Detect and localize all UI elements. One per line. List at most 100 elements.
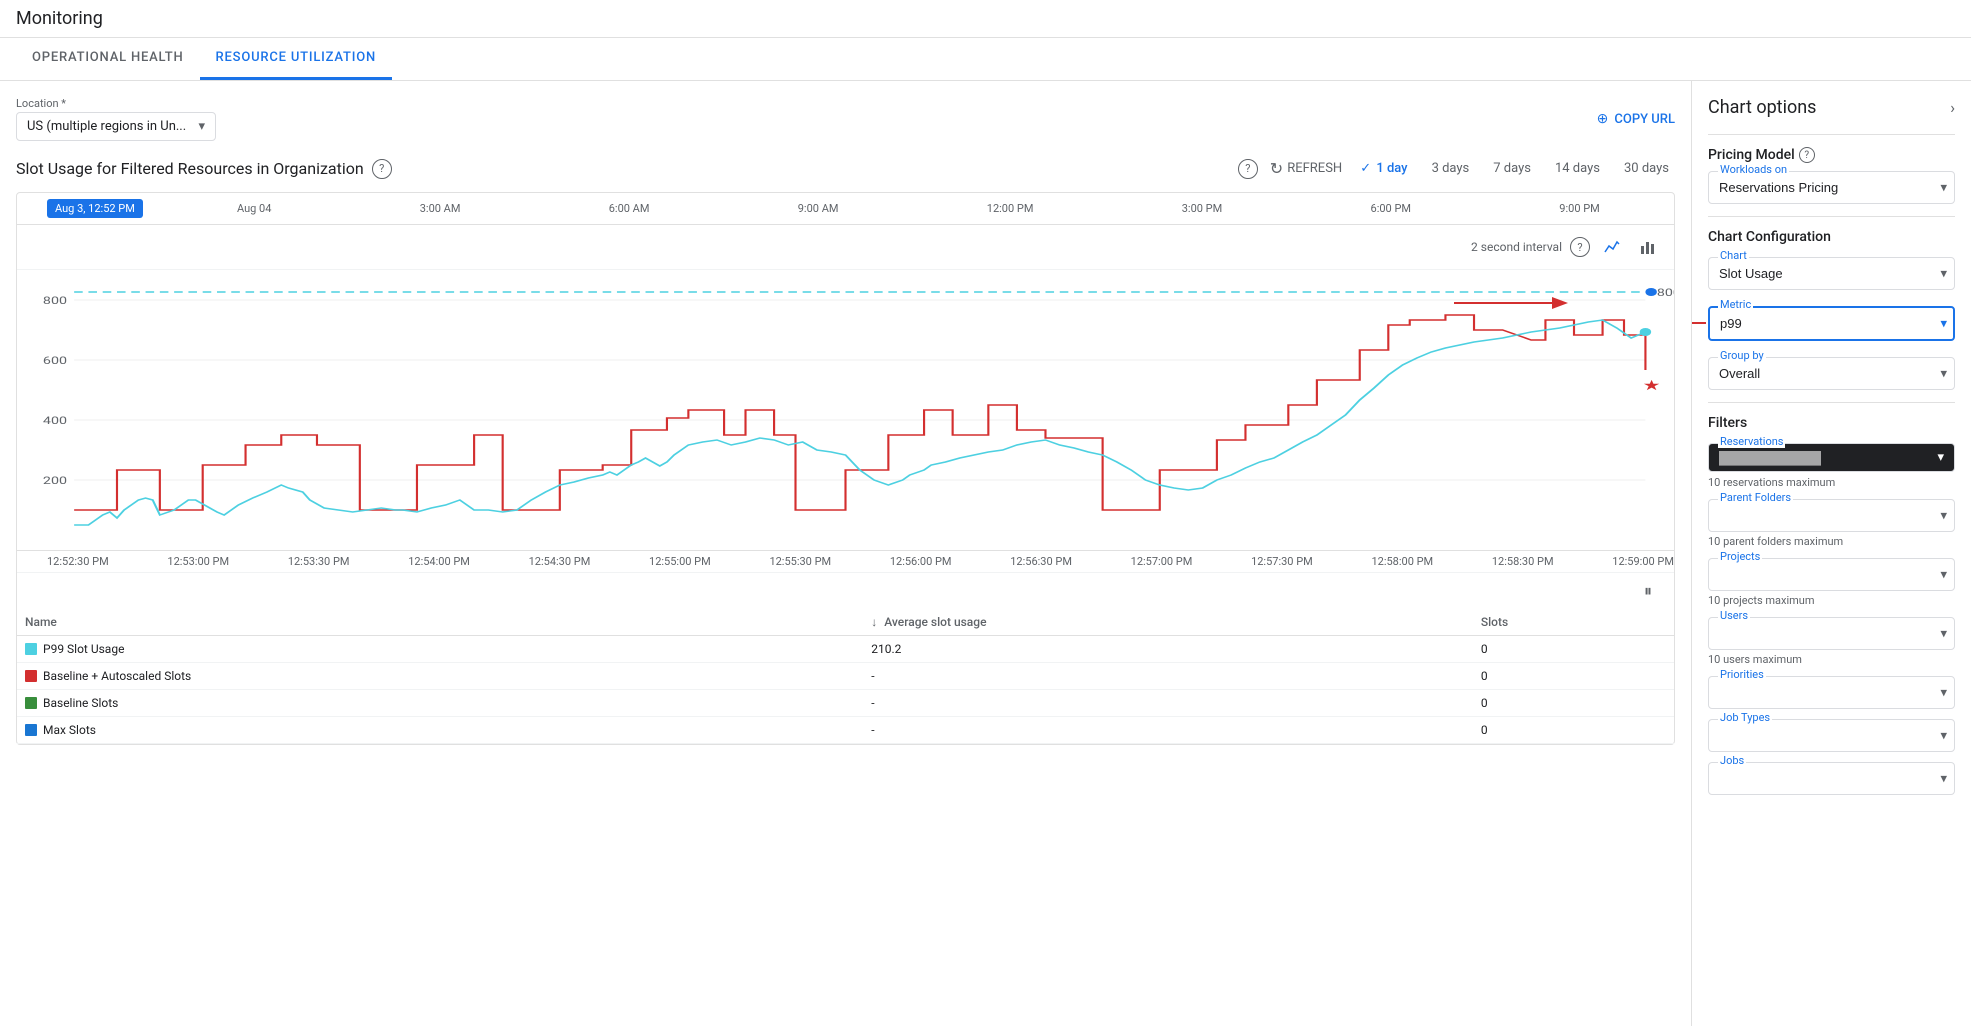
color-swatch-baseline-auto [25, 670, 37, 682]
copy-url-button[interactable]: ⊕ COPY URL [1597, 111, 1675, 127]
group-by-label: Group by [1718, 349, 1766, 362]
reservations-field: Reservations ████████████ ▾ [1708, 443, 1955, 472]
projects-hint: 10 projects maximum [1708, 594, 1955, 607]
time-14days-button[interactable]: 14 days [1549, 157, 1606, 180]
chart-header: Slot Usage for Filtered Resources in Org… [16, 157, 1675, 180]
legend-slots-p99: 0 [1473, 636, 1674, 663]
workloads-on-label: Workloads on [1718, 163, 1789, 176]
divider-2 [1708, 216, 1955, 217]
color-swatch-max [25, 724, 37, 736]
legend-avg-max: - [863, 717, 1473, 744]
interval-label: 2 second interval [1471, 240, 1562, 254]
legend-row-baseline-auto: Baseline + Autoscaled Slots - 0 [17, 663, 1674, 690]
chart-help-icon[interactable]: ? [1238, 159, 1258, 179]
legend-avg-p99: 210.2 [863, 636, 1473, 663]
divider-1 [1708, 134, 1955, 135]
legend-slots-baseline: 0 [1473, 690, 1674, 717]
legend-name-baseline-auto: Baseline + Autoscaled Slots [17, 663, 863, 690]
job-types-label: Job Types [1718, 711, 1772, 724]
main-layout: Location * US (multiple regions in Un...… [0, 81, 1971, 1026]
legend-name-max: Max Slots [17, 717, 863, 744]
legend-row-baseline: Baseline Slots - 0 [17, 690, 1674, 717]
color-swatch-baseline [25, 697, 37, 709]
refresh-button[interactable]: ↻ REFRESH [1270, 159, 1342, 178]
pause-controls: ⏸ [17, 572, 1674, 609]
content-area: Location * US (multiple regions in Un...… [0, 81, 1691, 1026]
legend-col-avg: ↓ Average slot usage [863, 609, 1473, 636]
divider-3 [1708, 402, 1955, 403]
bar-chart-icon[interactable] [1634, 233, 1662, 261]
svg-text:600: 600 [43, 356, 67, 367]
time-30days-button[interactable]: 30 days [1618, 157, 1675, 180]
location-label: Location * [16, 97, 216, 110]
legend-avg-baseline: - [863, 690, 1473, 717]
legend-col-slots: Slots [1473, 609, 1674, 636]
group-by-field: Group by Overall ▾ [1708, 357, 1955, 390]
tab-resource-utilization[interactable]: RESOURCE UTILIZATION [200, 38, 392, 80]
time-3days-button[interactable]: 3 days [1426, 157, 1476, 180]
chart-title-help-icon[interactable]: ? [372, 159, 392, 179]
svg-text:800: 800 [43, 296, 67, 307]
legend-slots-max: 0 [1473, 717, 1674, 744]
refresh-icon: ↻ [1270, 159, 1283, 178]
pricing-model-help-icon[interactable]: ? [1799, 147, 1815, 163]
filters-section: Filters Reservations ████████████ ▾ 10 r… [1708, 415, 1955, 795]
chart-config-title: Chart Configuration [1708, 229, 1955, 245]
chart-controls: ? ↻ REFRESH ✓ 1 day 3 days 7 days 14 day… [1238, 157, 1675, 180]
nav-ticks: Aug 04 3:00 AM 6:00 AM 9:00 AM 12:00 PM … [163, 202, 1674, 215]
tab-bar: OPERATIONAL HEALTH RESOURCE UTILIZATION [0, 38, 1971, 81]
reservations-label: Reservations [1718, 435, 1785, 448]
chart-select-field: Chart Slot Usage ▾ [1708, 257, 1955, 290]
legend-row-p99: P99 Slot Usage 210.2 0 [17, 636, 1674, 663]
color-swatch-p99 [25, 643, 37, 655]
sidebar-close-icon[interactable]: › [1950, 98, 1955, 117]
projects-field: Projects ▾ [1708, 558, 1955, 591]
metric-select[interactable]: p99 [1708, 306, 1955, 341]
time-1day-button[interactable]: ✓ 1 day [1354, 157, 1413, 180]
job-types-field: Job Types ▾ [1708, 719, 1955, 752]
parent-folders-field: Parent Folders ▾ [1708, 499, 1955, 532]
tab-operational-health[interactable]: OPERATIONAL HEALTH [16, 38, 200, 80]
pause-icon[interactable]: ⏸ [1634, 577, 1662, 605]
metric-label: Metric [1718, 298, 1753, 311]
time-7days-button[interactable]: 7 days [1487, 157, 1537, 180]
chevron-down-icon: ▾ [198, 119, 205, 134]
filters-title: Filters [1708, 415, 1955, 431]
legend-table: Name ↓ Average slot usage Slots [17, 609, 1674, 744]
svg-text:★: ★ [1643, 378, 1661, 394]
location-select[interactable]: US (multiple regions in Un... ▾ [16, 112, 216, 141]
line-chart-icon[interactable] [1598, 233, 1626, 261]
chart-svg: 800 600 400 200 800 ★ [17, 270, 1674, 550]
chart-select-label: Chart [1718, 249, 1749, 262]
sidebar-title: Chart options › [1708, 97, 1955, 118]
users-hint: 10 users maximum [1708, 653, 1955, 666]
chart-top-controls: 2 second interval ? [17, 225, 1674, 270]
location-value: US (multiple regions in Un... [27, 119, 186, 134]
arrow-annotation [1454, 288, 1574, 318]
metric-arrow [1691, 315, 1706, 335]
sidebar: Chart options › Pricing Model ? Workload… [1691, 81, 1971, 1026]
check-icon: ✓ [1360, 161, 1371, 176]
projects-label: Projects [1718, 550, 1762, 563]
svg-text:800: 800 [1657, 288, 1674, 299]
pricing-model-title: Pricing Model [1708, 147, 1795, 163]
chart-xaxis: 12:52:30 PM 12:53:00 PM 12:53:30 PM 12:5… [17, 550, 1674, 572]
pricing-model-section: Pricing Model ? Workloads on Reservation… [1708, 147, 1955, 204]
chart-title-area: Slot Usage for Filtered Resources in Org… [16, 159, 392, 179]
jobs-label: Jobs [1718, 754, 1746, 767]
app-title: Monitoring [16, 8, 103, 29]
legend-name-baseline: Baseline Slots [17, 690, 863, 717]
legend-avg-baseline-auto: - [863, 663, 1473, 690]
legend-col-name: Name [17, 609, 863, 636]
reservations-chevron: ▾ [1937, 450, 1944, 465]
chart-config-section: Chart Configuration Chart Slot Usage ▾ M… [1708, 229, 1955, 390]
jobs-field: Jobs ▾ [1708, 762, 1955, 795]
refresh-label: REFRESH [1287, 161, 1342, 176]
users-label: Users [1718, 609, 1750, 622]
chart-plot-area[interactable]: 800 600 400 200 800 ★ [17, 270, 1674, 550]
workloads-on-field: Workloads on Reservations Pricing ▾ [1708, 171, 1955, 204]
interval-help-icon[interactable]: ? [1570, 237, 1590, 257]
parent-folders-label: Parent Folders [1718, 491, 1793, 504]
svg-text:400: 400 [43, 416, 67, 427]
time-navigator[interactable]: Aug 3, 12:52 PM Aug 04 3:00 AM 6:00 AM 9… [17, 193, 1674, 225]
